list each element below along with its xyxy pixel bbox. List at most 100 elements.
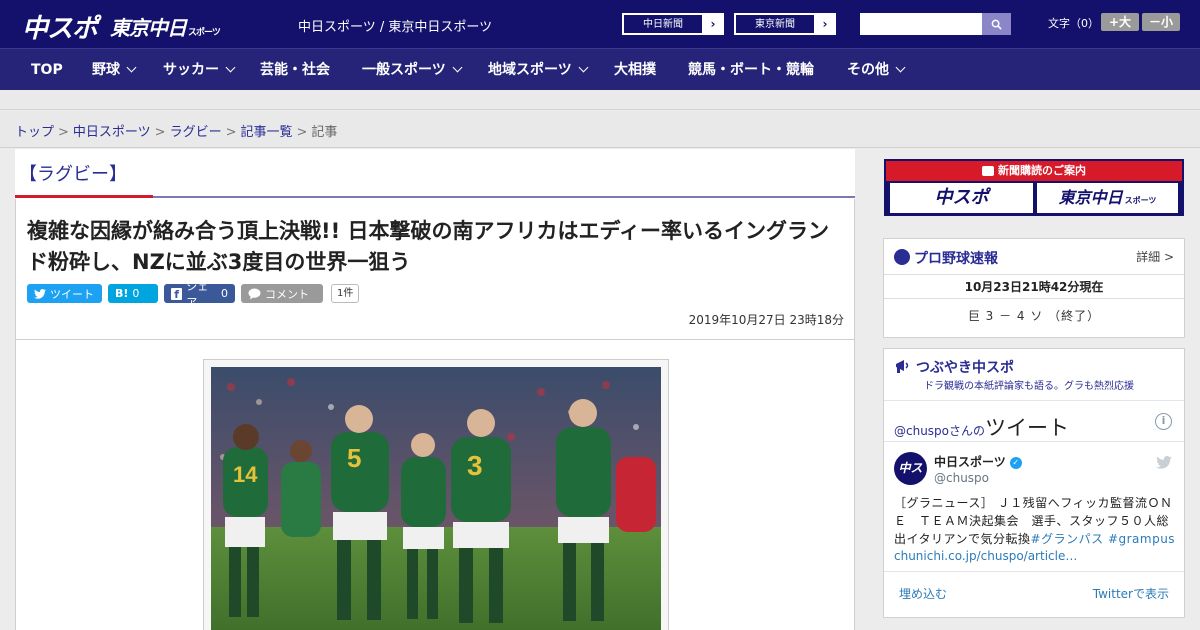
breadcrumb-bar: トップ > 中日スポーツ > ラグビー > 記事一覧 > 記事	[0, 111, 1200, 148]
tweet-label: ツイート	[50, 287, 94, 301]
chevron-down-icon	[895, 62, 906, 73]
tweets-by-word: ツイート	[985, 416, 1070, 440]
comment-label: コメント	[265, 287, 309, 301]
hashtag-grampus-jp[interactable]: #グランパス	[1031, 532, 1104, 546]
sub-bar	[0, 90, 1200, 110]
tsubuyaki-subtitle: ドラ観戦の本紙評論家も語る。グラも熱烈応援	[924, 381, 1134, 392]
breadcrumb-article-list[interactable]: 記事一覧	[241, 125, 293, 140]
chevron-down-icon	[578, 62, 589, 73]
megaphone-icon	[896, 360, 909, 373]
article-photo-area: 14 5 3	[15, 340, 855, 630]
tweet-author-name[interactable]: 中日スポーツ ✓	[934, 453, 1022, 470]
chunichi-shimbun-link[interactable]: 中日新聞 ›	[622, 13, 724, 35]
breadcrumb-sep: >	[58, 125, 69, 140]
nav-item-keiba[interactable]: 競馬・ボート・競輪	[688, 49, 814, 91]
avatar[interactable]: 中スポ	[894, 452, 927, 508]
svg-text:5: 5	[347, 443, 361, 473]
category-underline	[153, 196, 855, 198]
nav-item-local-sports[interactable]: 地域スポーツ	[488, 49, 589, 91]
breadcrumb-sep: >	[296, 125, 308, 140]
category-title: 【ラグビー】	[19, 164, 127, 185]
game-score[interactable]: 巨 3 － 4 ソ （終了）	[884, 307, 1184, 324]
nav-label: 一般スポーツ	[362, 62, 446, 78]
tokyo-logo-text: 東京中日	[110, 16, 187, 40]
breadcrumb-chunichi-sports[interactable]: 中日スポーツ	[73, 125, 151, 140]
subscription-banner[interactable]: 新聞購読のご案内 中スポ 東京中日 スポーツ	[884, 159, 1184, 216]
article-photo-frame: 14 5 3	[203, 359, 669, 630]
article-headline: 複雑な因縁が絡み合う頂上決戦!! 日本撃破の南アフリカはエディー率いるイングラン…	[27, 219, 829, 274]
nav-label: サッカー	[163, 62, 219, 78]
nav-item-soccer[interactable]: サッカー	[163, 49, 236, 91]
baseball-panel-title: プロ野球速報	[914, 251, 998, 267]
site-name[interactable]: 中日スポーツ / 東京中日スポーツ	[298, 16, 492, 35]
facebook-share-label: シェア	[186, 279, 209, 309]
tokyo-subscribe-sub: スポーツ	[1124, 196, 1157, 205]
hatena-icon: B!	[115, 287, 129, 300]
article-main: 【ラグビー】 複雑な因縁が絡み合う頂上決戦!! 日本撃破の南アフリカはエディー率…	[15, 149, 855, 630]
baseball-scores-panel: プロ野球速報 詳細 > 10月23日21時42分現在 巨 3 － 4 ソ （終了…	[883, 238, 1185, 338]
top-header: 中スポ 東京中日 スポーツ 中日スポーツ / 東京中日スポーツ 中日新聞 › 東京…	[0, 0, 1200, 48]
facebook-share-count: 0	[221, 287, 228, 300]
embed-link[interactable]: 埋め込む	[899, 585, 947, 602]
nav-item-sumo[interactable]: 大相撲	[614, 49, 656, 91]
nav-label: 競馬・ボート・競輪	[688, 62, 814, 78]
hatena-count: 0	[132, 287, 140, 300]
author-name-text: 中日スポーツ	[934, 455, 1006, 469]
facebook-icon: f	[171, 287, 183, 301]
tweets-by-handle[interactable]: @chuspo	[894, 424, 949, 438]
font-larger-button[interactable]: +大	[1101, 13, 1139, 31]
tweet-button[interactable]: ツイート	[27, 284, 102, 303]
nav-label: 芸能・社会	[260, 62, 330, 78]
divider	[884, 400, 1184, 401]
facebook-share-button[interactable]: f シェア 0	[164, 280, 235, 309]
hatena-bookmark-button[interactable]: B! 0	[108, 284, 158, 303]
hashtag-grampus[interactable]: #grampus	[1108, 532, 1175, 546]
nav-item-entertainment[interactable]: 芸能・社会	[260, 49, 330, 91]
font-smaller-button[interactable]: －小	[1142, 13, 1180, 31]
ext-link-label: 東京新聞	[735, 14, 815, 34]
tweet-author-handle[interactable]: @chuspo	[934, 471, 989, 485]
twitter-bird-icon[interactable]	[1156, 455, 1172, 473]
info-icon[interactable]: i	[1155, 413, 1172, 430]
speech-bubble-icon	[248, 287, 261, 300]
chevron-down-icon	[126, 62, 137, 73]
nav-label: その他	[847, 62, 889, 78]
tweets-by-header: @chuspoさんのツイート	[894, 412, 1069, 442]
rugby-players-photo: 14 5 3	[211, 367, 661, 630]
nav-item-top[interactable]: TOP	[31, 49, 63, 91]
comment-count[interactable]: 1件	[331, 284, 360, 303]
category-underline-accent	[15, 195, 153, 198]
tokyo-shimbun-link[interactable]: 東京新聞 ›	[734, 13, 836, 35]
article-header: 複雑な因縁が絡み合う頂上決戦!! 日本撃破の南アフリカはエディー率いるイングラン…	[15, 199, 855, 340]
font-size-label: 文字（0）	[1048, 17, 1099, 30]
category-header: 【ラグビー】	[15, 149, 855, 199]
subscription-banner-title: 新聞購読のご案内	[886, 161, 1182, 181]
breadcrumb: トップ > 中日スポーツ > ラグビー > 記事一覧 > 記事	[15, 121, 337, 140]
breadcrumb-current: 記事	[311, 125, 338, 140]
chuspo-subscribe-logo[interactable]: 中スポ	[890, 183, 1033, 213]
chevron-down-icon	[225, 62, 236, 73]
tweet-link[interactable]: chunichi.co.jp/chuspo/article…	[894, 549, 1077, 563]
tokyo-chunichi-subscribe-logo[interactable]: 東京中日 スポーツ	[1037, 183, 1178, 213]
search-icon	[991, 19, 1002, 30]
breadcrumb-top[interactable]: トップ	[15, 125, 54, 140]
chevron-right-icon: ›	[710, 17, 716, 31]
divider	[884, 571, 1184, 572]
chevron-right-icon: ›	[822, 17, 828, 31]
breadcrumb-sep: >	[225, 125, 237, 140]
nav-item-general-sports[interactable]: 一般スポーツ	[362, 49, 463, 91]
article-photo[interactable]: 14 5 3	[211, 367, 661, 630]
nav-item-others[interactable]: その他	[847, 49, 906, 91]
breadcrumb-rugby[interactable]: ラグビー	[170, 125, 222, 140]
search-input[interactable]	[860, 13, 982, 35]
score-timestamp: 10月23日21時42分現在	[884, 275, 1184, 299]
search-button[interactable]	[982, 13, 1011, 35]
view-on-twitter-link[interactable]: Twitterで表示	[1093, 585, 1169, 602]
tokyo-chunichi-logo[interactable]: 東京中日 スポーツ	[110, 12, 221, 41]
nav-item-baseball[interactable]: 野球	[92, 49, 137, 91]
comment-button[interactable]: コメント	[241, 284, 323, 303]
chuspo-logo[interactable]: 中スポ	[22, 8, 98, 45]
verified-badge-icon: ✓	[1009, 456, 1022, 469]
ext-link-label: 中日新聞	[623, 14, 703, 34]
baseball-details-link[interactable]: 詳細 >	[1136, 248, 1174, 265]
